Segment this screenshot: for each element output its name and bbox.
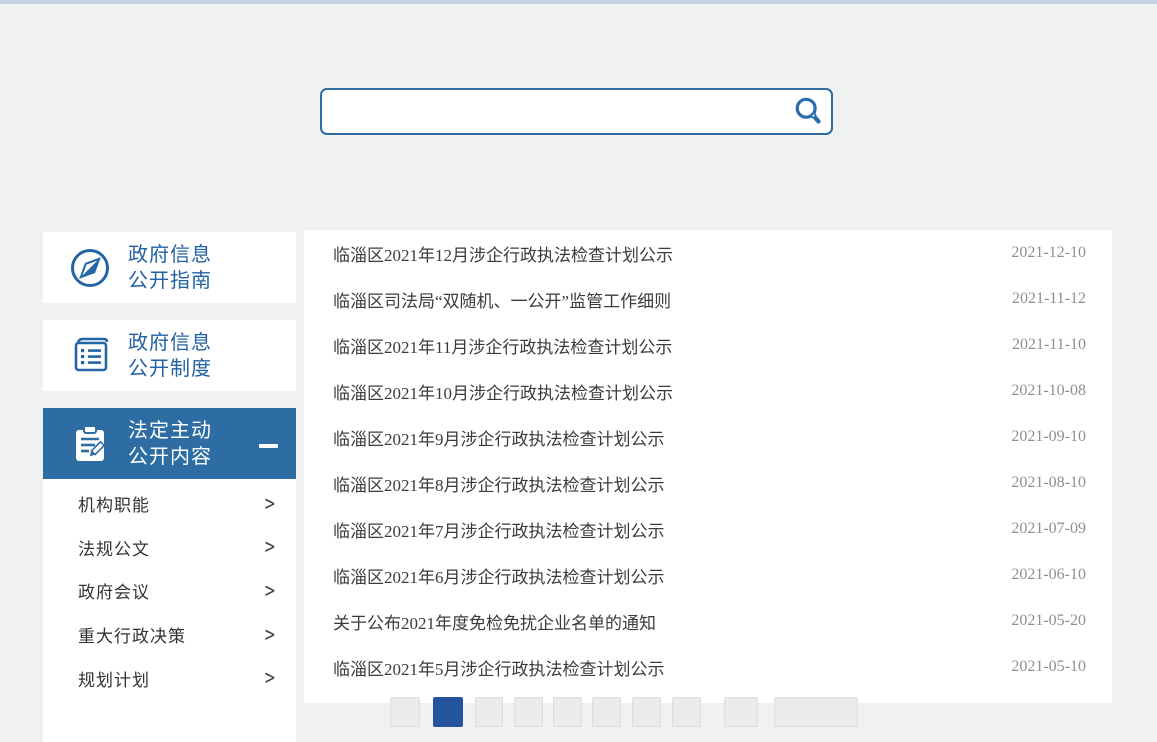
article-row[interactable]: 临淄区2021年8月涉企行政执法检查计划公示2021-08-10	[304, 460, 1112, 506]
pagination-button[interactable]	[553, 697, 582, 727]
article-date: 2021-06-10	[1011, 566, 1086, 584]
submenu-item-label: 政府会议	[78, 578, 150, 603]
article-date: 2021-08-10	[1011, 474, 1086, 492]
article-title-link[interactable]: 临淄区2021年5月涉企行政执法检查计划公示	[333, 655, 1011, 680]
sidebar-item-legal-active-disclosure[interactable]: 法定主动 公开内容	[43, 408, 296, 479]
pagination-bar	[304, 697, 1112, 727]
article-row[interactable]: 临淄区2021年5月涉企行政执法检查计划公示2021-05-10	[304, 644, 1112, 690]
clipboard-pencil-icon	[68, 422, 112, 466]
article-row[interactable]: 临淄区2021年7月涉企行政执法检查计划公示2021-07-09	[304, 506, 1112, 552]
pagination-button[interactable]	[724, 697, 758, 727]
article-date: 2021-12-10	[1011, 244, 1086, 262]
magnifier-icon	[793, 96, 825, 128]
article-title-link[interactable]: 临淄区2021年8月涉企行政执法检查计划公示	[333, 471, 1011, 496]
chevron-right-icon: >	[265, 666, 276, 691]
article-date: 2021-10-08	[1011, 382, 1086, 400]
chevron-right-icon: >	[265, 578, 276, 603]
pagination-button[interactable]	[390, 697, 420, 727]
submenu-item-label: 机构职能	[78, 491, 150, 516]
submenu-item-label: 重大行政决策	[78, 622, 186, 647]
search-button[interactable]	[787, 90, 831, 133]
collapse-minus-icon	[259, 444, 278, 448]
sidebar-item-gov-info-guide[interactable]: 政府信息 公开指南	[43, 232, 296, 303]
article-list: 临淄区2021年12月涉企行政执法检查计划公示2021-12-10临淄区司法局“…	[304, 230, 1112, 690]
article-title-link[interactable]: 临淄区司法局“双随机、一公开”监管工作细则	[333, 287, 1012, 312]
pagination-button-active[interactable]	[433, 697, 463, 727]
article-title-link[interactable]: 临淄区2021年7月涉企行政执法检查计划公示	[333, 517, 1011, 542]
sidebar-item-label: 法定主动 公开内容	[128, 418, 212, 470]
article-date: 2021-05-10	[1011, 658, 1086, 676]
sidebar-item-label: 政府信息 公开制度	[128, 330, 212, 382]
article-row[interactable]: 临淄区2021年12月涉企行政执法检查计划公示2021-12-10	[304, 230, 1112, 276]
article-row[interactable]: 临淄区2021年10月涉企行政执法检查计划公示2021-10-08	[304, 368, 1112, 414]
chevron-right-icon: >	[265, 535, 276, 560]
article-date: 2021-07-09	[1011, 520, 1086, 538]
pagination-button[interactable]	[475, 697, 503, 727]
sidebar-item-label: 政府信息 公开指南	[128, 242, 212, 294]
submenu-item-label: 法规公文	[78, 535, 150, 560]
article-title-link[interactable]: 关于公布2021年度免检免扰企业名单的通知	[333, 609, 1011, 634]
ledger-list-icon	[68, 334, 112, 378]
submenu-item[interactable]: 政府会议 >	[43, 569, 296, 613]
article-title-link[interactable]: 临淄区2021年12月涉企行政执法检查计划公示	[333, 241, 1011, 266]
submenu-item[interactable]: 机构职能 >	[43, 482, 296, 526]
search-input[interactable]	[322, 90, 787, 133]
chevron-right-icon: >	[265, 491, 276, 516]
article-date: 2021-11-10	[1012, 336, 1086, 354]
article-row[interactable]: 临淄区司法局“双随机、一公开”监管工作细则2021-11-12	[304, 276, 1112, 322]
top-accent-bar	[0, 0, 1157, 4]
article-row[interactable]: 临淄区2021年9月涉企行政执法检查计划公示2021-09-10	[304, 414, 1112, 460]
article-row[interactable]: 关于公布2021年度免检免扰企业名单的通知2021-05-20	[304, 598, 1112, 644]
sidebar-item-gov-info-system[interactable]: 政府信息 公开制度	[43, 320, 296, 391]
pagination-button[interactable]	[514, 697, 543, 727]
article-row[interactable]: 临淄区2021年11月涉企行政执法检查计划公示2021-11-10	[304, 322, 1112, 368]
search-bar	[320, 88, 833, 135]
submenu-item[interactable]: 法规公文 >	[43, 526, 296, 570]
submenu-item-label: 规划计划	[78, 666, 150, 691]
article-title-link[interactable]: 临淄区2021年10月涉企行政执法检查计划公示	[333, 379, 1011, 404]
pagination-button[interactable]	[592, 697, 621, 727]
pagination-button[interactable]	[672, 697, 701, 727]
article-date: 2021-05-20	[1011, 612, 1086, 630]
article-date: 2021-11-12	[1012, 290, 1086, 308]
pagination-button[interactable]	[774, 697, 858, 727]
submenu-item[interactable]: 规划计划 >	[43, 656, 296, 700]
pagination-button[interactable]	[632, 697, 661, 727]
article-row[interactable]: 临淄区2021年6月涉企行政执法检查计划公示2021-06-10	[304, 552, 1112, 598]
article-title-link[interactable]: 临淄区2021年11月涉企行政执法检查计划公示	[333, 333, 1012, 358]
chevron-right-icon: >	[265, 622, 276, 647]
compass-icon	[68, 246, 112, 290]
article-date: 2021-09-10	[1011, 428, 1086, 446]
article-title-link[interactable]: 临淄区2021年9月涉企行政执法检查计划公示	[333, 425, 1011, 450]
article-title-link[interactable]: 临淄区2021年6月涉企行政执法检查计划公示	[333, 563, 1011, 588]
article-list-panel: 临淄区2021年12月涉企行政执法检查计划公示2021-12-10临淄区司法局“…	[304, 230, 1112, 703]
submenu-item[interactable]: 重大行政决策 >	[43, 613, 296, 657]
